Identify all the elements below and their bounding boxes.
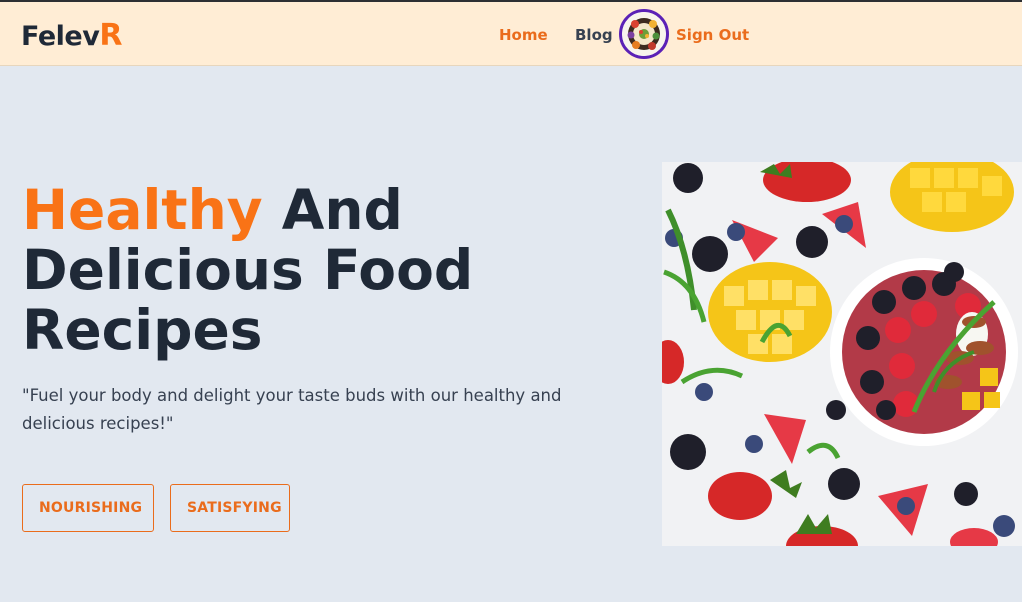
- hero-image: [662, 162, 1022, 546]
- tag-nourishing[interactable]: NOURISHING: [22, 484, 154, 532]
- brand-accent-letter: R: [99, 18, 122, 53]
- fruit-bowl-illustration: [662, 162, 1022, 546]
- hero-title: Healthy And Delicious Food Recipes: [22, 180, 582, 360]
- navbar: FelevR Home Blog Sign Out: [0, 2, 1022, 66]
- hero-title-part-3: Recipes: [22, 298, 263, 362]
- brand-name: Felev: [21, 21, 100, 52]
- hero-title-part-2: Delicious Food: [22, 238, 474, 302]
- nav-home-link[interactable]: Home: [499, 26, 548, 44]
- hero-title-highlight: Healthy: [22, 178, 263, 242]
- sign-out-link[interactable]: Sign Out: [676, 26, 749, 44]
- nav-blog-link[interactable]: Blog: [575, 26, 613, 44]
- hero-description: "Fuel your body and delight your taste b…: [22, 386, 562, 433]
- tag-satisfying[interactable]: SATISFYING: [170, 484, 290, 532]
- avatar[interactable]: [619, 9, 669, 59]
- hero-title-part-1: And: [262, 178, 403, 242]
- brand-logo[interactable]: FelevR: [21, 18, 122, 53]
- avatar-image: [622, 12, 666, 56]
